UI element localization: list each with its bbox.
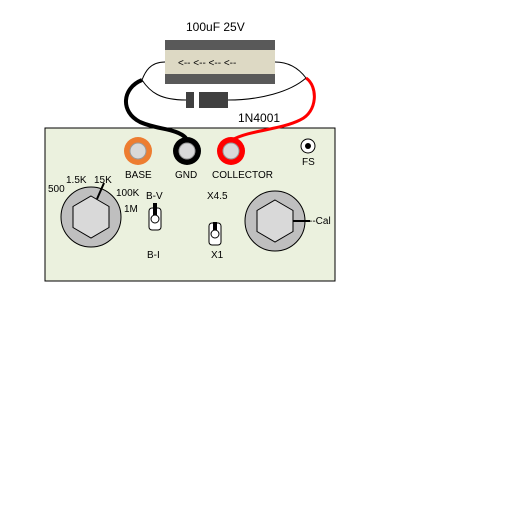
- diode: 1N4001: [141, 77, 307, 125]
- base-terminal-label: BASE: [125, 170, 152, 181]
- base-terminal-socket: [129, 142, 147, 160]
- gain-switch-top-label: X4.5: [207, 191, 228, 202]
- range-label-1-5k: 1.5K: [66, 175, 87, 186]
- capacitor-left-lead: [141, 61, 166, 81]
- base-terminal[interactable]: BASE: [124, 137, 152, 181]
- fs-jack-label: FS: [302, 157, 315, 168]
- test-fixture-diagram: 100uF 25V <-- <-- <-- <-- 1N4001 BASE GN…: [44, 20, 336, 282]
- capacitor: 100uF 25V <-- <-- <-- <--: [141, 20, 307, 84]
- mode-switch-pivot: [150, 214, 160, 224]
- capacitor-polarity-marks: <-- <-- <-- <--: [178, 58, 236, 69]
- capacitor-bottom-band: [165, 74, 275, 84]
- cal-knob-label: --Cal: [309, 216, 331, 227]
- range-label-100k: 100K: [116, 188, 140, 199]
- range-label-500: 500: [48, 184, 65, 195]
- gain-switch-bottom-label: X1: [211, 250, 224, 261]
- fs-jack-center: [305, 143, 311, 149]
- gain-switch-pivot: [210, 229, 220, 239]
- collector-terminal-socket: [222, 142, 240, 160]
- capacitor-top-band: [165, 40, 275, 50]
- gnd-terminal-label: GND: [175, 170, 197, 181]
- mode-switch-bottom-label: B-I: [147, 250, 160, 261]
- diode-part-label: 1N4001: [238, 111, 280, 125]
- mode-switch-top-label: B-V: [146, 191, 163, 202]
- gnd-terminal[interactable]: GND: [173, 137, 201, 181]
- diode-body: [186, 92, 228, 108]
- range-label-1m: 1M: [124, 204, 138, 215]
- capacitor-value-label: 100uF 25V: [186, 20, 245, 34]
- capacitor-right-lead: [274, 61, 307, 79]
- diode-cathode-band: [194, 92, 199, 108]
- collector-terminal-label: COLLECTOR: [212, 170, 273, 181]
- gnd-terminal-socket: [178, 142, 196, 160]
